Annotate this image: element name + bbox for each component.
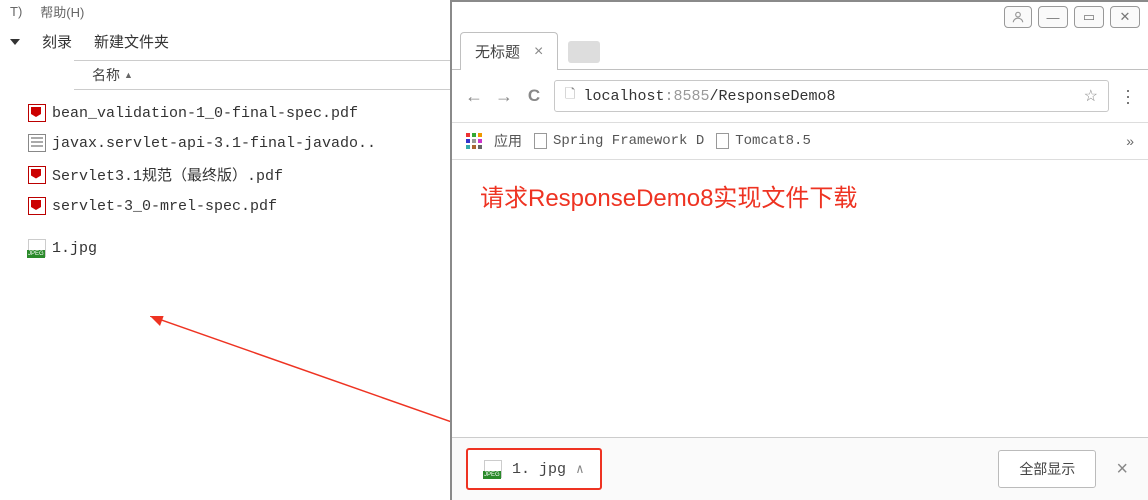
menu-icon[interactable]: ⋯	[1117, 88, 1138, 105]
pdf-icon	[28, 197, 46, 215]
bookmark-label: Tomcat8.5	[735, 133, 811, 149]
apps-label[interactable]: 应用	[494, 131, 522, 151]
chevron-up-icon[interactable]: ∧	[576, 462, 584, 477]
browser-window: — ▭ ✕ 无标题 × ← → C 🗋 localhost:8585/Respo…	[450, 0, 1148, 500]
file-explorer: T) 帮助(H) 刻录 新建文件夹 名称 ▲ bean_validation-1…	[0, 0, 450, 500]
page-content: 请求ResponseDemo8实现文件下载	[452, 160, 1148, 231]
reload-button[interactable]: C	[524, 86, 544, 106]
tab-strip: 无标题 ×	[452, 32, 1148, 70]
bookmark-label: Spring Framework D	[553, 133, 704, 149]
bookmark-star-icon[interactable]: ☆	[1084, 86, 1098, 106]
menu-item-help[interactable]: 帮助(H)	[40, 2, 84, 21]
download-bar: 1. jpg ∧ 全部显示 ×	[452, 437, 1148, 500]
column-label: 名称	[92, 65, 120, 85]
file-name: 1.jpg	[52, 240, 97, 257]
forward-button[interactable]: →	[494, 86, 514, 107]
doc-icon	[716, 133, 729, 149]
address-bar[interactable]: 🗋 localhost:8585/ResponseDemo8 ☆	[554, 80, 1109, 112]
dropdown-icon[interactable]	[10, 39, 20, 45]
toolbar-burn[interactable]: 刻录	[42, 31, 72, 52]
file-row[interactable]: bean_validation-1_0-final-spec.pdf	[24, 98, 450, 128]
close-button[interactable]: ✕	[1110, 6, 1140, 28]
explorer-toolbar: 刻录 新建文件夹	[0, 23, 450, 60]
doc-icon	[28, 134, 46, 152]
page-icon: 🗋	[565, 85, 575, 107]
sort-asc-icon: ▲	[124, 70, 133, 80]
file-row[interactable]: 1.jpg	[24, 233, 450, 263]
file-row[interactable]: Servlet3.1规范（最终版）.pdf	[24, 158, 450, 191]
pdf-icon	[28, 104, 46, 122]
file-row[interactable]: javax.servlet-api-3.1-final-javado..	[24, 128, 450, 158]
url-text: localhost:8585/ResponseDemo8	[583, 88, 1075, 105]
back-button[interactable]: ←	[464, 86, 484, 107]
close-icon[interactable]: ×	[1110, 458, 1134, 481]
file-name: servlet-3_0-mrel-spec.pdf	[52, 198, 277, 215]
page-headline: 请求ResponseDemo8实现文件下载	[480, 178, 1120, 213]
jpeg-icon	[28, 239, 46, 257]
minimize-button[interactable]: —	[1038, 6, 1068, 28]
user-button[interactable]	[1004, 6, 1032, 28]
jpeg-icon	[484, 460, 502, 478]
toolbar-new-folder[interactable]: 新建文件夹	[94, 31, 169, 52]
show-all-button[interactable]: 全部显示	[998, 450, 1096, 488]
download-item[interactable]: 1. jpg ∧	[466, 448, 602, 490]
pdf-icon	[28, 166, 46, 184]
bookmark-item[interactable]: Tomcat8.5	[716, 133, 811, 149]
column-header-name[interactable]: 名称 ▲	[74, 60, 450, 90]
window-titlebar: — ▭ ✕	[452, 2, 1148, 32]
bookmark-item[interactable]: Spring Framework D	[534, 133, 704, 149]
explorer-menubar: T) 帮助(H)	[0, 0, 450, 23]
file-list: bean_validation-1_0-final-spec.pdf javax…	[0, 90, 450, 263]
doc-icon	[534, 133, 547, 149]
bookmark-bar: 应用 Spring Framework D Tomcat8.5 »	[452, 123, 1148, 160]
apps-icon[interactable]	[466, 133, 482, 149]
tab-close-icon[interactable]: ×	[534, 43, 543, 61]
download-filename: 1. jpg	[512, 461, 566, 478]
maximize-button[interactable]: ▭	[1074, 6, 1104, 28]
file-name: Servlet3.1规范（最终版）.pdf	[52, 164, 283, 185]
menu-item-t[interactable]: T)	[10, 4, 22, 19]
file-name: javax.servlet-api-3.1-final-javado..	[52, 135, 376, 152]
navigation-bar: ← → C 🗋 localhost:8585/ResponseDemo8 ☆ ⋯	[452, 70, 1148, 123]
new-tab-button[interactable]	[568, 41, 600, 63]
tab-title: 无标题	[475, 41, 520, 62]
file-name: bean_validation-1_0-final-spec.pdf	[52, 105, 358, 122]
browser-tab[interactable]: 无标题 ×	[460, 32, 558, 70]
file-row[interactable]: servlet-3_0-mrel-spec.pdf	[24, 191, 450, 221]
chevron-right-icon[interactable]: »	[1126, 133, 1134, 149]
